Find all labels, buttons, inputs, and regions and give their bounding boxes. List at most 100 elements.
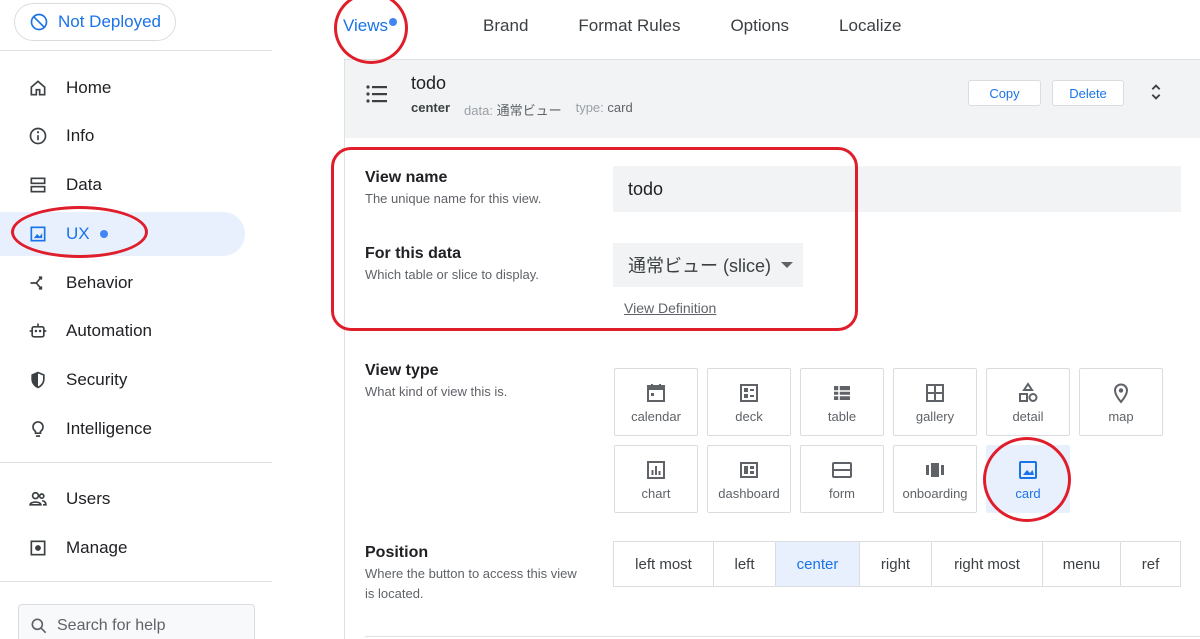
position-right-most[interactable]: right most <box>932 542 1043 586</box>
view-editor: todo center data: 通常ビュー type: card Copy … <box>344 59 1200 639</box>
tab-brand[interactable]: Brand <box>483 2 528 50</box>
copy-button[interactable]: Copy <box>968 80 1041 106</box>
view-type-name: card <box>1015 485 1041 501</box>
delete-button[interactable]: Delete <box>1052 80 1124 106</box>
sidebar-item-info[interactable]: Info <box>0 114 245 158</box>
tab-options[interactable]: Options <box>730 2 789 50</box>
view-position: center <box>411 100 451 115</box>
not-deployed-icon <box>30 13 48 31</box>
search-icon <box>31 618 47 634</box>
view-type-name: calendar <box>631 408 681 424</box>
view-type-desc: What kind of view this is. <box>365 384 508 399</box>
sidebar-item-label: Automation <box>66 321 152 340</box>
sidebar-item-label: Intelligence <box>66 419 153 438</box>
position-right[interactable]: right <box>860 542 932 586</box>
view-type-name: onboarding <box>902 485 968 501</box>
view-type-onboarding[interactable]: onboarding <box>893 445 977 513</box>
list-icon <box>366 85 387 103</box>
divider <box>0 581 272 582</box>
chart-icon <box>647 460 665 479</box>
position-center[interactable]: center <box>776 542 860 586</box>
view-type-table[interactable]: table <box>800 368 884 436</box>
position-label: Position <box>365 544 429 561</box>
tab-localize[interactable]: Localize <box>839 2 901 50</box>
tab-format-rules[interactable]: Format Rules <box>578 2 680 50</box>
position-ref[interactable]: ref <box>1121 542 1180 586</box>
sidebar-item-label: Home <box>66 78 112 97</box>
view-name-input[interactable]: todo <box>613 166 1181 212</box>
view-type-dashboard[interactable]: dashboard <box>707 445 791 513</box>
tab-label: Brand <box>483 16 529 35</box>
divider <box>365 636 1200 637</box>
sidebar-item-label: Behavior <box>66 273 134 292</box>
sidebar: Not Deployed Home Info Data UX Behavior … <box>0 0 272 639</box>
dashboard-icon <box>740 461 758 478</box>
deck-icon <box>740 383 758 402</box>
divider <box>0 50 272 51</box>
sidebar-item-label: Manage <box>66 538 128 557</box>
tab-label: Localize <box>839 16 902 35</box>
sidebar-item-label: Data <box>66 175 102 194</box>
view-type-name: form <box>829 485 855 501</box>
sidebar-item-data[interactable]: Data <box>0 163 245 207</box>
view-header[interactable]: todo center data: 通常ビュー type: card Copy … <box>345 59 1200 138</box>
view-definition-link[interactable]: View Definition <box>624 300 716 316</box>
info-icon <box>28 126 48 146</box>
sidebar-item-label: Users <box>66 489 111 508</box>
view-title: todo <box>411 73 447 93</box>
view-type-card[interactable]: card <box>986 445 1070 513</box>
automation-icon <box>28 321 48 341</box>
view-type-chart[interactable]: chart <box>614 445 698 513</box>
ux-icon <box>28 224 48 244</box>
position-left-most[interactable]: left most <box>614 542 714 586</box>
view-type-name: detail <box>1012 408 1044 424</box>
sidebar-item-security[interactable]: Security <box>0 358 245 402</box>
view-type-map[interactable]: map <box>1079 368 1163 436</box>
view-type-detail[interactable]: detail <box>986 368 1070 436</box>
shield-icon <box>28 370 48 390</box>
image-icon <box>1019 460 1037 479</box>
position-left[interactable]: left <box>714 542 776 586</box>
sidebar-item-intelligence[interactable]: Intelligence <box>0 407 245 451</box>
for-data-value: 通常ビュー (slice) <box>628 256 771 276</box>
view-data-meta: data: 通常ビュー <box>464 103 562 118</box>
shapes-icon <box>1019 381 1038 402</box>
view-type-name: table <box>827 408 857 424</box>
tab-label: Options <box>730 16 790 35</box>
users-icon <box>28 489 48 509</box>
search-help-input[interactable]: Search for help <box>18 604 255 639</box>
view-type-calendar[interactable]: calendar <box>614 368 698 436</box>
sidebar-item-home[interactable]: Home <box>0 66 245 110</box>
carousel-icon <box>926 462 944 477</box>
sidebar-item-ux[interactable]: UX <box>0 212 245 256</box>
view-type-name: dashboard <box>718 485 780 501</box>
position-desc: Where the button to access this view is … <box>365 566 577 601</box>
divider <box>0 462 272 463</box>
sidebar-item-manage[interactable]: Manage <box>0 526 245 570</box>
position-menu[interactable]: menu <box>1043 542 1121 586</box>
unsaved-dot <box>99 230 108 238</box>
sidebar-item-behavior[interactable]: Behavior <box>0 261 245 305</box>
form-icon <box>832 461 852 478</box>
view-type-deck[interactable]: deck <box>707 368 791 436</box>
view-type-gallery[interactable]: gallery <box>893 368 977 436</box>
unsaved-dot <box>389 18 398 26</box>
unfold-icon[interactable] <box>1145 81 1167 103</box>
view-type-meta: type: card <box>575 100 633 115</box>
sidebar-item-users[interactable]: Users <box>0 477 245 521</box>
gallery-icon <box>926 383 944 402</box>
behavior-icon <box>28 273 48 293</box>
data-icon <box>28 175 48 195</box>
map-pin-icon <box>1113 383 1129 404</box>
view-type-name: gallery <box>915 408 955 424</box>
sidebar-item-label: UX <box>66 224 90 243</box>
not-deployed-button[interactable]: Not Deployed <box>14 3 176 41</box>
table-icon <box>834 385 850 400</box>
tab-views[interactable]: Views <box>343 2 398 50</box>
sidebar-item-automation[interactable]: Automation <box>0 309 245 353</box>
view-name-desc: The unique name for this view. <box>365 191 542 206</box>
view-type-form[interactable]: form <box>800 445 884 513</box>
tab-bar: Views Brand Format Rules Options Localiz… <box>328 0 951 52</box>
for-data-select[interactable]: 通常ビュー (slice) <box>613 243 803 287</box>
sidebar-item-label: Info <box>66 126 95 145</box>
